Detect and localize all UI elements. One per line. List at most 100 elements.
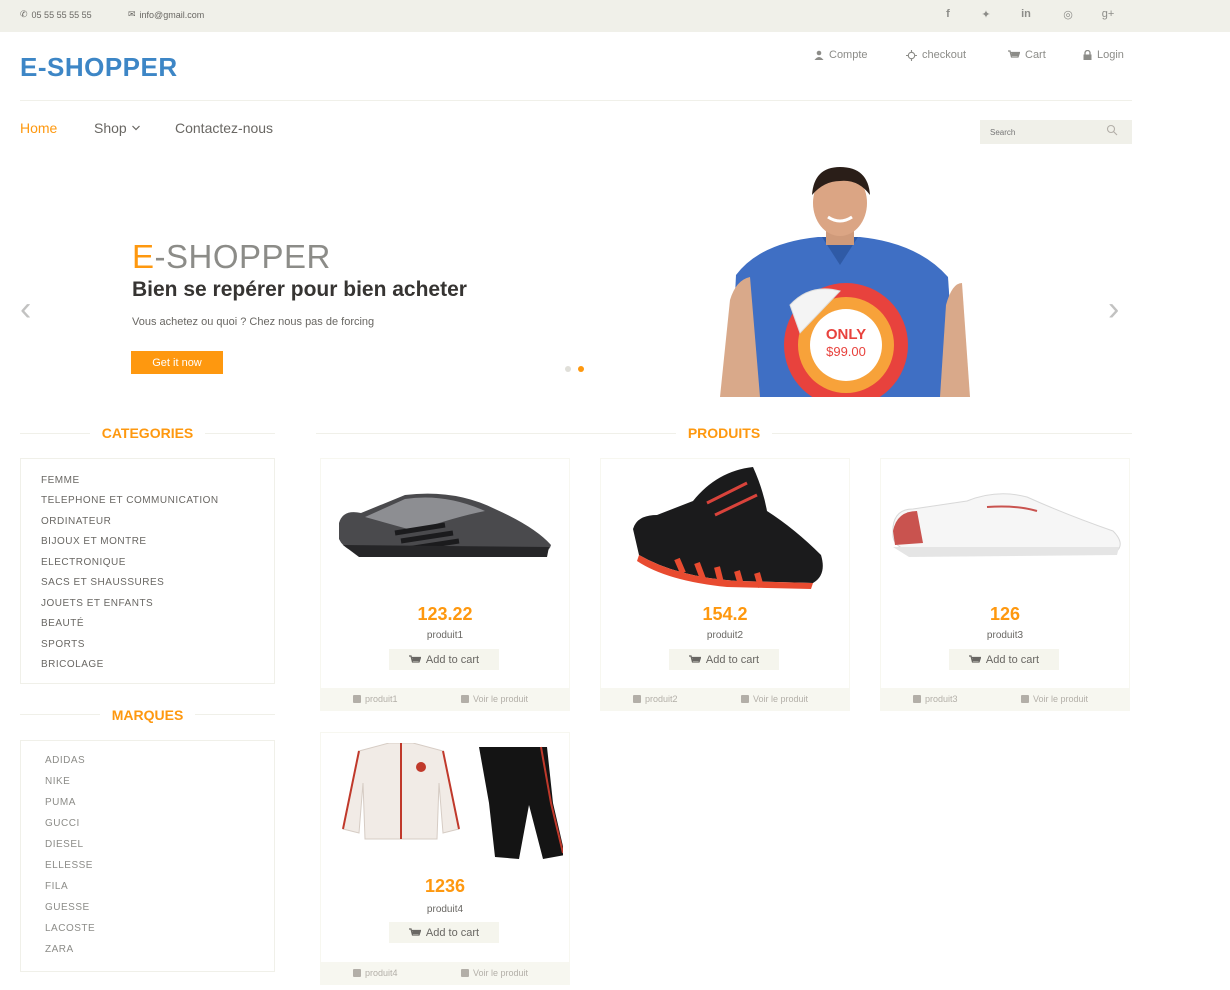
plus-square-icon [1021, 695, 1029, 703]
dribbble-icon[interactable]: ◎ [1058, 8, 1078, 21]
products-header: PRODUITS [316, 425, 1132, 443]
twitter-icon[interactable]: ✦ [976, 8, 996, 21]
category-item[interactable]: BEAUTÉ [41, 618, 84, 629]
crosshairs-icon [906, 49, 917, 61]
category-item[interactable]: BRICOLAGE [41, 659, 104, 670]
product-compare-label: produit3 [925, 694, 958, 704]
login-link[interactable]: Login [1083, 49, 1124, 61]
product-compare-link[interactable]: produit2 [633, 694, 678, 704]
plus-square-icon [741, 695, 749, 703]
view-product-link[interactable]: Voir le produit [741, 694, 808, 704]
add-to-cart-button[interactable]: Add to cart [949, 649, 1059, 670]
google-plus-icon[interactable]: g+ [1098, 8, 1118, 20]
checkout-link[interactable]: checkout [906, 49, 966, 61]
badge-only-text: ONLY [826, 326, 866, 343]
product-name: produit4 [426, 904, 464, 915]
nav-shop[interactable]: Shop [94, 120, 140, 136]
plus-square-icon [353, 695, 361, 703]
brands-header: MARQUES [20, 707, 275, 725]
product-compare-link[interactable]: produit1 [353, 694, 398, 704]
product-compare-link[interactable]: produit3 [913, 694, 958, 704]
hero-text: Vous achetez ou quoi ? Chez nous pas de … [132, 316, 375, 328]
badge-price-text: $99.00 [826, 344, 866, 359]
category-item[interactable]: ELECTRONIQUE [41, 557, 126, 568]
linkedin-icon[interactable]: in [1016, 8, 1036, 20]
view-product-label: Voir le produit [753, 694, 809, 704]
brand-item[interactable]: DIESEL [45, 839, 84, 850]
category-item[interactable]: JOUETS ET ENFANTS [41, 598, 153, 609]
brand-item[interactable]: LACOSTE [45, 923, 95, 934]
add-to-cart-button[interactable]: Add to cart [389, 922, 499, 943]
facebook-icon[interactable]: f [938, 8, 958, 20]
plus-square-icon [913, 695, 921, 703]
view-product-link[interactable]: Voir le produit [461, 694, 528, 704]
product-image-1[interactable] [335, 487, 557, 567]
category-item[interactable]: FEMME [41, 475, 80, 486]
slider-prev-arrow[interactable]: ‹ [20, 290, 31, 329]
brand-item[interactable]: ZARA [45, 944, 74, 955]
slider-dot-2[interactable] [578, 366, 584, 372]
brands-title: MARQUES [99, 707, 196, 723]
product-compare-label: produit1 [365, 694, 398, 704]
cart-icon [1008, 50, 1020, 58]
brand-item[interactable]: GUESSE [45, 902, 90, 913]
brand-item[interactable]: PUMA [45, 797, 76, 808]
brand-item[interactable]: ELLESSE [45, 860, 93, 871]
view-product-label: Voir le produit [473, 694, 529, 704]
product-price: 126 [989, 604, 1021, 624]
account-link[interactable]: Compte [814, 49, 868, 61]
add-to-cart-label: Add to cart [425, 653, 480, 666]
nav-contact[interactable]: Contactez-nous [175, 120, 273, 136]
hero-brand: E-SHOPPER [132, 238, 331, 276]
cart-icon [968, 654, 981, 663]
brands-panel: ADIDAS NIKE PUMA GUCCI DIESEL ELLESSE FI… [20, 740, 275, 972]
view-product-link[interactable]: Voir le produit [1021, 694, 1088, 704]
plus-square-icon [461, 695, 469, 703]
login-label: Login [1097, 49, 1124, 61]
slider-dot-1[interactable] [565, 366, 571, 372]
add-to-cart-label: Add to cart [985, 653, 1040, 666]
product-card-footer: produit2 Voir le produit [601, 688, 849, 710]
search-icon[interactable] [1106, 124, 1118, 136]
category-item[interactable]: SACS ET SHAUSSURES [41, 577, 164, 588]
category-item[interactable]: TELEPHONE ET COMMUNICATION [41, 495, 219, 506]
phone-number: 05 55 55 55 55 [31, 9, 92, 20]
product-card-footer: produit1 Voir le produit [321, 688, 569, 710]
add-to-cart-label: Add to cart [705, 653, 760, 666]
categories-title: CATEGORIES [89, 425, 206, 441]
add-to-cart-button[interactable]: Add to cart [669, 649, 779, 670]
brand-item[interactable]: ADIDAS [45, 755, 85, 766]
product-image-3[interactable] [887, 487, 1127, 561]
product-name: produit1 [426, 630, 464, 641]
product-compare-link[interactable]: produit4 [353, 968, 398, 978]
category-item[interactable]: ORDINATEUR [41, 516, 111, 527]
email-contact[interactable]: ✉ info@gmail.com [128, 9, 204, 20]
product-price: 154.2 [702, 604, 748, 624]
view-product-label: Voir le produit [1033, 694, 1089, 704]
hero-model-image: ONLY $99.00 [640, 165, 1030, 397]
checkout-label: checkout [922, 49, 967, 61]
slider-next-arrow[interactable]: › [1108, 290, 1119, 329]
plus-square-icon [633, 695, 641, 703]
site-logo[interactable]: E-SHOPPER [20, 52, 178, 83]
get-it-now-button[interactable]: Get it now [131, 351, 223, 374]
cart-link[interactable]: Cart [1008, 49, 1046, 61]
lock-icon [1083, 50, 1092, 60]
product-image-4[interactable] [329, 743, 563, 861]
brand-item[interactable]: NIKE [45, 776, 70, 787]
brand-item[interactable]: GUCCI [45, 818, 80, 829]
nav-shop-label: Shop [94, 120, 127, 136]
category-item[interactable]: BIJOUX ET MONTRE [41, 536, 147, 547]
nav-home[interactable]: Home [20, 120, 57, 136]
brand-item[interactable]: FILA [45, 881, 68, 892]
product-card-3: 126 produit3 Add to cart produit3 Voir l… [880, 458, 1130, 711]
view-product-link[interactable]: Voir le produit [461, 968, 528, 978]
product-image-2[interactable] [617, 463, 831, 589]
category-item[interactable]: SPORTS [41, 639, 85, 650]
chevron-down-icon [131, 125, 140, 131]
plus-square-icon [353, 969, 361, 977]
product-card-footer: produit3 Voir le produit [881, 688, 1129, 710]
add-to-cart-button[interactable]: Add to cart [389, 649, 499, 670]
product-compare-label: produit4 [365, 968, 398, 978]
product-name: produit3 [986, 630, 1024, 641]
